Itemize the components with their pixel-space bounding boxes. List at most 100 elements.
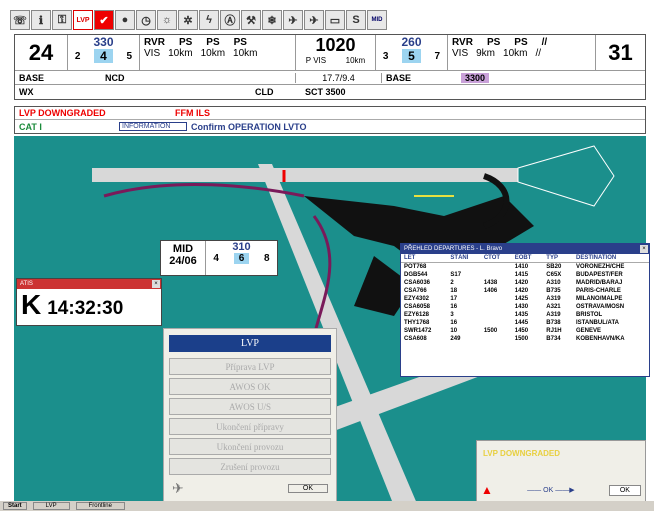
departure-cell: [481, 295, 512, 303]
aircraft-alt-icon[interactable]: ✈: [304, 10, 324, 30]
lvp-menu-item[interactable]: AWOS U/S: [169, 398, 331, 415]
rvr-right-1: PS: [486, 37, 501, 48]
lvp-icon[interactable]: LVP: [73, 10, 93, 30]
runway-right-number: 31: [595, 35, 645, 70]
cat-status: CAT I: [19, 121, 42, 132]
rvr-left-1: PS: [178, 37, 193, 48]
lvp-menu-item[interactable]: Ukončení přípravy: [169, 418, 331, 435]
s-icon[interactable]: S: [346, 10, 366, 30]
departures-column-header[interactable]: DESTINATION: [573, 254, 649, 263]
departures-column-header[interactable]: EOBT: [511, 254, 544, 263]
departure-cell: 1500: [514, 336, 529, 342]
lvp-menu-item[interactable]: Ukončení provozu: [169, 438, 331, 455]
departure-row[interactable]: CSA766 18 1406 1420 B735 PARIS-CHARLE: [401, 287, 649, 295]
close-icon[interactable]: ×: [640, 245, 648, 253]
departure-cell: EZY6128: [404, 312, 430, 318]
atis-title-bar[interactable]: ATIS ×: [17, 279, 161, 289]
departure-cell: BRISTOL: [576, 312, 603, 318]
mid-icon[interactable]: MID: [367, 10, 387, 30]
departure-row[interactable]: EZY6128 3 1435 A319 BRISTOL: [401, 311, 649, 319]
departure-cell: SB20: [546, 264, 562, 270]
departures-title-bar[interactable]: PŘEHLED DEPARTURES - L. Bravo ×: [401, 244, 649, 254]
wrench-icon[interactable]: ⚒: [241, 10, 261, 30]
clock-icon[interactable]: ◷: [136, 10, 156, 30]
gear-icon[interactable]: ✲: [178, 10, 198, 30]
start-button[interactable]: Start: [3, 502, 27, 510]
departure-cell: 17: [450, 296, 458, 302]
lvp-ok-button[interactable]: OK: [287, 484, 328, 493]
departure-cell: 1420: [514, 288, 529, 294]
checkmark-icon[interactable]: ✔: [94, 10, 114, 30]
departures-column-header[interactable]: STÁNÍ: [447, 254, 481, 263]
departure-row[interactable]: SWR1472 10 1500 1450 RJ1H GENEVE: [401, 327, 649, 335]
circle-icon[interactable]: ●: [115, 10, 135, 30]
wx-label: WX: [19, 87, 34, 97]
departures-column-header[interactable]: TYP: [543, 254, 573, 263]
close-icon[interactable]: ×: [152, 280, 160, 288]
atis-code: K: [21, 289, 42, 320]
cld-value: SCT 3500: [305, 87, 346, 97]
departure-cell: A321: [546, 304, 561, 310]
departure-cell: PARIS-CHARLE: [576, 288, 621, 294]
lightning-icon[interactable]: ϟ: [199, 10, 219, 30]
departure-cell: 1420: [514, 280, 529, 286]
key-icon[interactable]: ⚿: [52, 10, 72, 30]
lvp-menu-item[interactable]: AWOS OK: [169, 378, 331, 395]
departures-column-header[interactable]: CTOT: [480, 254, 512, 263]
snowflake-icon[interactable]: ❄: [262, 10, 282, 30]
phone-icon[interactable]: ☏: [10, 10, 30, 30]
wind-a-left: 2: [74, 50, 81, 62]
qnh-value: 1020: [315, 35, 356, 55]
departure-cell: MADRID/BARAJ: [576, 280, 623, 286]
lvp-menu-item[interactable]: Zrušení provozu: [169, 458, 331, 475]
wind-dir-left: 330: [93, 35, 114, 49]
departures-column-header[interactable]: LET: [401, 254, 448, 263]
popup-ok-button[interactable]: OK: [608, 484, 641, 496]
departure-cell: EZY4302: [404, 296, 430, 302]
atis-clock-window[interactable]: ATIS × K 14:32:30: [16, 278, 162, 326]
clock-time: 14:32:30: [47, 298, 124, 319]
lvp-menu-window[interactable]: LVP Příprava LVP AWOS OK AWOS U/S Ukončení …: [163, 328, 337, 502]
departure-cell: 1430: [514, 304, 529, 310]
taskbar-item-lvp[interactable]: LVP: [32, 502, 70, 510]
mid-wind-b: 6: [233, 253, 250, 264]
sun-icon[interactable]: ☼: [157, 10, 177, 30]
vis-right-3: //: [535, 48, 542, 59]
departure-row[interactable]: CSA6036 2 1438 1420 A310 MADRID/BARAJ: [401, 279, 649, 287]
vis-label-left: VIS: [144, 48, 161, 59]
departure-row[interactable]: THY1768 16 1445 B738 ISTANBUL/ATA: [401, 319, 649, 327]
info-icon[interactable]: ℹ: [31, 10, 51, 30]
wind-b-right: 5: [402, 49, 421, 63]
lvp-menu-items: Příprava LVP AWOS OK AWOS U/S Ukončení příp…: [164, 358, 336, 475]
rvr-left-2: PS: [206, 37, 220, 48]
departure-row[interactable]: CSA608 249 1500 B734 KOBENHAVN/KA: [401, 335, 649, 343]
taskbar-item-frontline[interactable]: Frontline: [75, 502, 125, 510]
aircraft-icon[interactable]: ✈: [283, 10, 303, 30]
blank-icon[interactable]: ▭: [325, 10, 345, 30]
departure-cell: 1438: [483, 280, 498, 286]
departure-row[interactable]: CSA6058 16 1430 A321 OSTRAVA/MOSN: [401, 303, 649, 311]
toolbar: ☏ ℹ ⚿ LVP ✔ ● ◷ ☼ ✲ ϟ Ⓐ ⚒ ❄ ✈ ✈ ▭ S MID: [10, 8, 650, 32]
temperature: 17.7/9.4: [295, 72, 381, 83]
mid-date: 24/06: [169, 255, 197, 267]
ils-status: FFM ILS: [175, 108, 210, 118]
departure-row[interactable]: EZY4302 17 1425 A319 MILANO/MALPE: [401, 295, 649, 303]
departure-row[interactable]: POT768 1410 SB20 VORONEZH/CHE: [401, 263, 649, 272]
departure-cell: CSA608: [404, 336, 427, 342]
mid-wind-window[interactable]: MID 24/06 310 4 6 8: [160, 240, 278, 276]
vis-left-3: 10km: [233, 48, 258, 59]
rvr-right-3: //: [541, 37, 548, 48]
departure-cell: 1410: [514, 264, 529, 270]
departure-row[interactable]: DGB544 S17 1415 C65X BUDAPEST/FER: [401, 271, 649, 279]
departure-cell: KOBENHAVN/KA: [576, 336, 625, 342]
mid-wind-c: 8: [264, 253, 270, 264]
lvp-menu-title[interactable]: LVP: [169, 335, 331, 352]
departure-cell: GENEVE: [576, 328, 602, 334]
alert-circle-icon[interactable]: Ⓐ: [220, 10, 240, 30]
departure-cell: B735: [546, 288, 561, 294]
departure-cell: B734: [546, 336, 561, 342]
wind-c-left: 5: [126, 50, 133, 62]
downgrade-popup[interactable]: LVP DOWNGRADED ▲ —— OK ——▶ OK: [476, 440, 646, 502]
departures-window[interactable]: PŘEHLED DEPARTURES - L. Bravo × LET STÁNÍ C…: [400, 243, 650, 377]
lvp-menu-item[interactable]: Příprava LVP: [169, 358, 331, 375]
